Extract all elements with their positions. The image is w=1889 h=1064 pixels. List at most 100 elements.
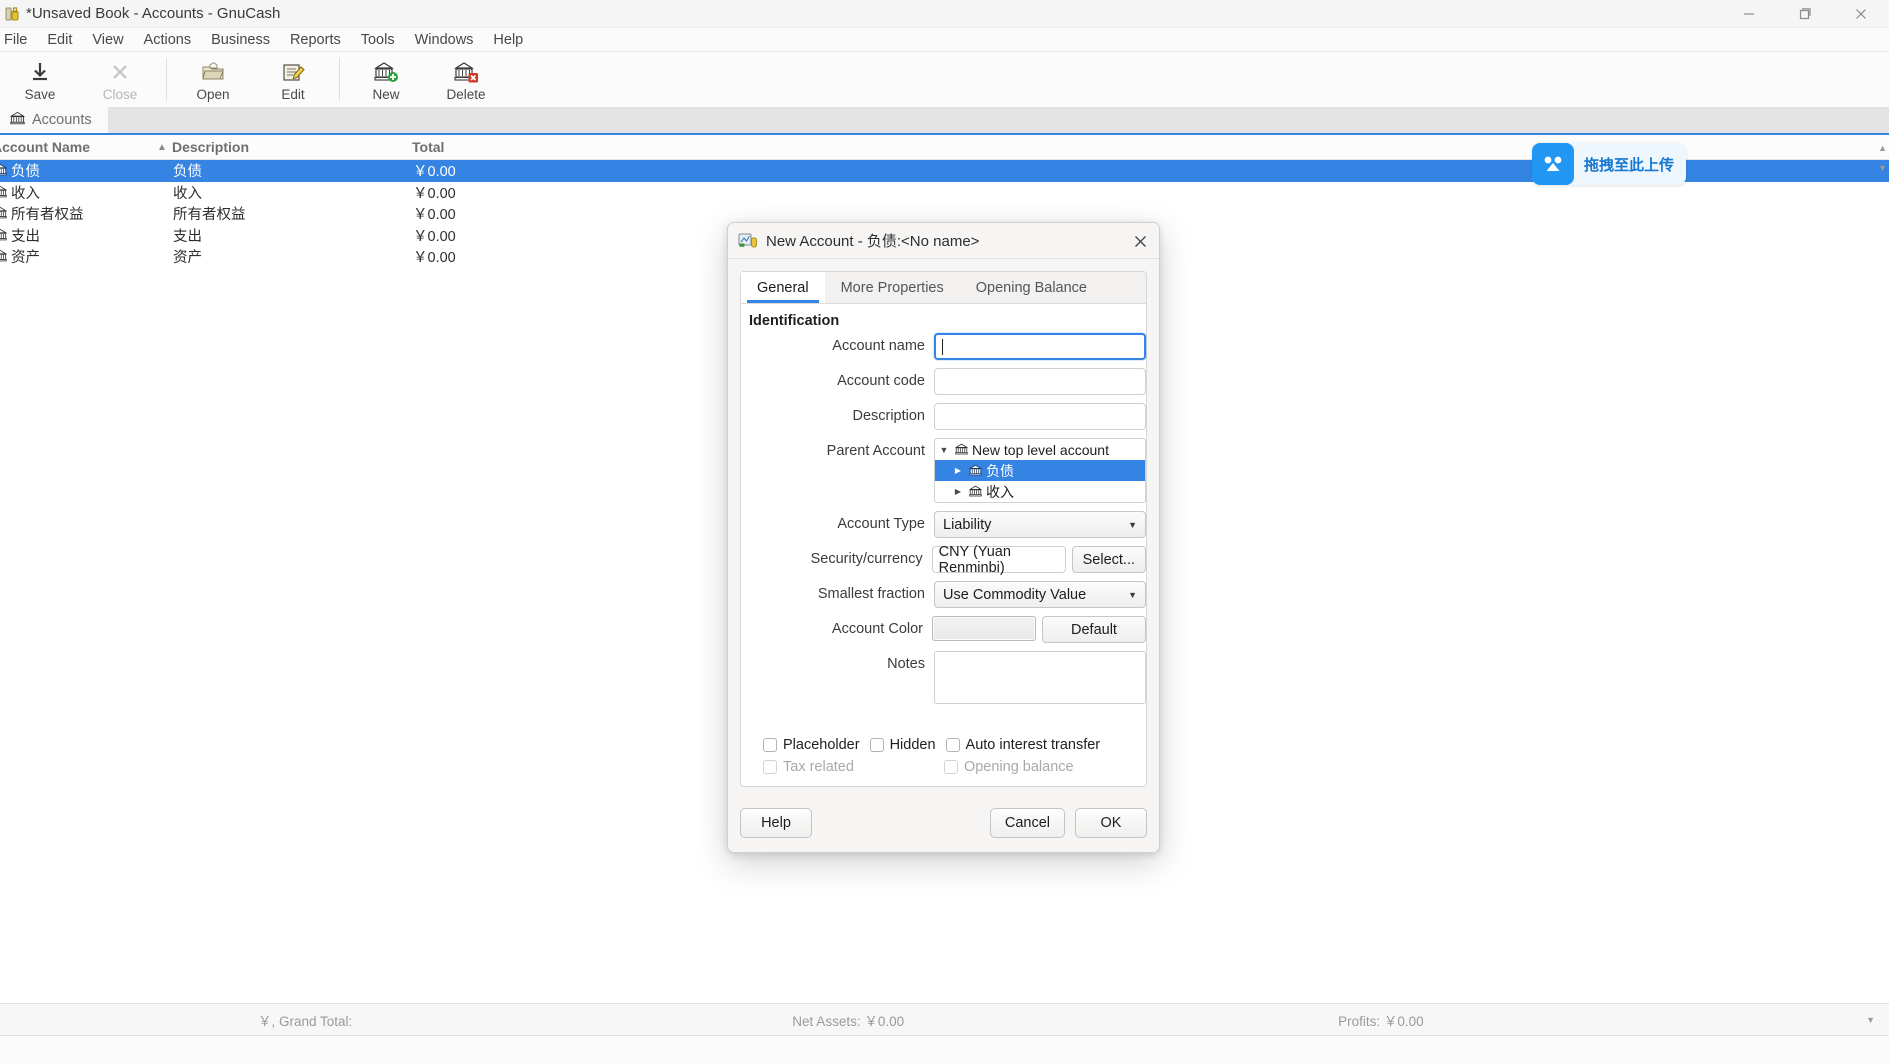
chevron-down-icon[interactable]: ▼: [937, 445, 951, 455]
description-label: Description: [852, 408, 925, 424]
checkbox-box-icon[interactable]: [869, 738, 884, 752]
account-color-default-button[interactable]: Default: [1042, 616, 1146, 643]
ok-button[interactable]: OK: [1075, 808, 1147, 838]
checkbox-box-icon[interactable]: [943, 760, 958, 774]
new-account-dialog: New Account - 负债:<No name> General More …: [727, 222, 1160, 853]
checkbox-auto-interest-transfer-label: Auto interest transfer: [965, 737, 1101, 753]
bank-icon: [968, 484, 983, 500]
dialog-title: New Account - 负债:<No name>: [766, 233, 980, 250]
description-input[interactable]: [934, 403, 1146, 430]
dialog-body: General More Properties Opening Balance …: [740, 271, 1147, 787]
parent-account-label: Parent Account: [826, 443, 925, 459]
parent-account-row-liability[interactable]: ▶ 负债: [935, 460, 1145, 481]
checkbox-box-icon[interactable]: [763, 760, 777, 774]
toolbar-open-button[interactable]: Open: [173, 52, 253, 107]
menu-tools[interactable]: Tools: [351, 30, 405, 50]
status-profits: Profits: ￥0.00: [1338, 1013, 1424, 1029]
bank-icon: [0, 228, 8, 243]
parent-account-row-top-level[interactable]: ▼ New top level account: [935, 439, 1145, 460]
security-currency-input[interactable]: CNY (Yuan Renminbi): [931, 544, 1066, 576]
minimize-icon[interactable]: [1721, 0, 1777, 28]
account-code-input[interactable]: [934, 368, 1146, 395]
menu-help[interactable]: Help: [483, 30, 533, 50]
scroll-up-arrow-icon[interactable]: ▲: [1878, 143, 1887, 153]
chevron-right-icon[interactable]: ▶: [951, 487, 965, 496]
menu-actions[interactable]: Actions: [134, 30, 202, 50]
security-currency-label: Security/currency: [810, 551, 923, 567]
toolbar-new-label: New: [372, 87, 400, 102]
help-button[interactable]: Help: [740, 808, 812, 838]
field-row-smallest-fraction: Smallest fraction Use Commodity Value ▼: [741, 581, 1146, 608]
maximize-icon[interactable]: [1777, 0, 1833, 28]
column-header-account-name[interactable]: Account Name: [0, 139, 152, 155]
account-total-cell: ￥0.00: [413, 185, 456, 202]
menu-reports[interactable]: Reports: [280, 30, 351, 50]
main-toolbar: Save Close Open Edit New Delete: [0, 52, 1889, 108]
field-row-notes: Notes: [741, 651, 1146, 704]
column-header-total[interactable]: Total: [412, 139, 532, 155]
tab-general[interactable]: General: [741, 272, 825, 303]
checkbox-hidden[interactable]: Hidden: [869, 737, 936, 753]
parent-account-row-income[interactable]: ▶ 收入: [935, 481, 1145, 502]
checkbox-tax-related[interactable]: Tax related: [763, 759, 854, 775]
checkbox-auto-interest-transfer[interactable]: Auto interest transfer: [945, 737, 1101, 753]
menu-file[interactable]: File: [0, 30, 37, 50]
account-name-text: 资产: [11, 250, 40, 267]
tab-opening-balance[interactable]: Opening Balance: [960, 272, 1103, 303]
checkbox-opening-balance[interactable]: Opening balance: [943, 759, 1074, 775]
account-name-input[interactable]: [934, 333, 1146, 360]
new-account-icon: [373, 59, 399, 85]
menu-edit[interactable]: Edit: [37, 30, 82, 50]
close-icon[interactable]: [1127, 228, 1153, 254]
field-row-account-color: Account Color Default: [741, 616, 1146, 643]
tab-more-properties[interactable]: More Properties: [825, 272, 960, 303]
bank-icon: [0, 163, 8, 178]
toolbar-save-button[interactable]: Save: [0, 52, 80, 107]
parent-account-tree[interactable]: ▼ New top level account ▶ 负债 ▶ 收入: [934, 438, 1146, 503]
close-x-icon: [109, 59, 131, 85]
tab-accounts[interactable]: Accounts: [0, 106, 108, 133]
baidu-netdisk-upload-widget[interactable]: 拖拽至此上传: [1532, 143, 1687, 185]
security-currency-select-button[interactable]: Select...: [1071, 546, 1146, 573]
chevron-down-icon: ▼: [1128, 519, 1137, 530]
notebook-tabstrip: Accounts: [0, 106, 1889, 135]
field-row-account-name: Account name: [741, 333, 1146, 360]
bank-icon: [9, 111, 26, 129]
checkbox-box-icon[interactable]: [945, 738, 960, 752]
status-grand-total: ￥, Grand Total:: [258, 1013, 353, 1029]
field-row-account-type: Account Type Liability ▼: [741, 511, 1146, 538]
account-type-select[interactable]: Liability ▼: [934, 511, 1146, 538]
toolbar-delete-button[interactable]: Delete: [426, 52, 506, 107]
scroll-down-arrow-icon[interactable]: ▼: [1878, 163, 1887, 173]
statusbar: ￥, Grand Total: Net Assets: ￥0.00 Profit…: [0, 1003, 1889, 1036]
field-row-parent-account: Parent Account ▼ New top level account ▶…: [741, 438, 1146, 503]
bank-icon: [0, 206, 8, 221]
account-color-swatch[interactable]: [932, 616, 1036, 641]
parent-account-label-text: New top level account: [972, 441, 1109, 458]
bank-icon: [954, 442, 969, 458]
menu-view[interactable]: View: [82, 30, 133, 50]
toolbar-separator-1: [166, 58, 167, 101]
account-name-label: Account name: [832, 338, 925, 354]
toolbar-separator-2: [339, 58, 340, 101]
checkbox-placeholder[interactable]: Placeholder: [763, 737, 860, 753]
account-total-cell: ￥0.00: [413, 228, 456, 245]
column-header-description[interactable]: Description: [172, 139, 412, 155]
tab-accounts-label: Accounts: [32, 111, 92, 128]
notes-textarea[interactable]: [934, 651, 1146, 704]
bank-icon: [968, 463, 983, 479]
checkbox-box-icon[interactable]: [763, 738, 777, 752]
status-caret-icon[interactable]: ▼: [1866, 1015, 1875, 1025]
close-icon[interactable]: [1833, 0, 1889, 28]
toolbar-edit-button[interactable]: Edit: [253, 52, 333, 107]
vertical-scrollbar[interactable]: ▲ ▼: [1875, 135, 1889, 990]
toolbar-new-button[interactable]: New: [346, 52, 426, 107]
menu-business[interactable]: Business: [201, 30, 280, 50]
chevron-right-icon[interactable]: ▶: [951, 466, 965, 475]
cancel-button[interactable]: Cancel: [989, 808, 1065, 838]
toolbar-close-button[interactable]: Close: [80, 52, 160, 107]
menu-windows[interactable]: Windows: [405, 30, 484, 50]
account-code-label: Account code: [837, 373, 925, 389]
account-name-text: 负债: [11, 164, 40, 181]
smallest-fraction-select[interactable]: Use Commodity Value ▼: [934, 581, 1146, 608]
